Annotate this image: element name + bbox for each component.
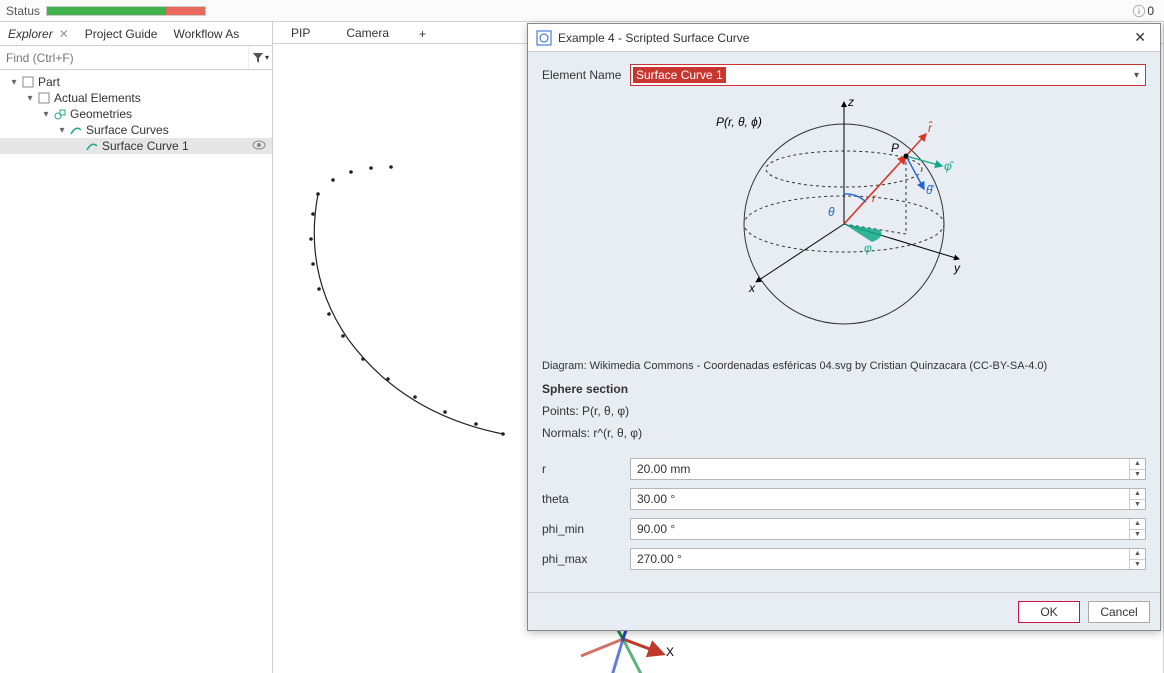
tree-item-surface-curve-1[interactable]: Surface Curve 1 [0, 138, 272, 154]
section-title: Sphere section [542, 382, 1146, 396]
tab-explorer-label: Explorer [8, 27, 53, 41]
scripted-surface-curve-dialog: Example 4 - Scripted Surface Curve ✕ Ele… [527, 23, 1161, 631]
param-input-theta[interactable]: ▲▼ [630, 488, 1146, 510]
step-up-icon[interactable]: ▲ [1130, 489, 1145, 500]
theta-field[interactable] [631, 489, 1129, 509]
info-count-value: 0 [1147, 4, 1154, 18]
svg-text:θ: θ [828, 205, 835, 219]
caret-icon: ▾ [24, 93, 36, 104]
tree-item-surface-curves[interactable]: ▾ Surface Curves [0, 122, 272, 138]
tab-workflow[interactable]: Workflow As [165, 22, 247, 45]
caret-icon: ▾ [8, 77, 20, 88]
dialog-button-bar: OK Cancel [528, 592, 1160, 630]
surface-curves-icon [68, 124, 84, 136]
spherical-coordinates-diagram: z y x P(r, θ, ϕ) P r θ φ r̂ φ̂ θ̂ [542, 94, 1146, 354]
step-up-icon[interactable]: ▲ [1130, 549, 1145, 560]
svg-text:P(r, θ, ϕ): P(r, θ, ϕ) [716, 115, 762, 129]
svg-text:r: r [872, 191, 877, 205]
filter-icon [252, 52, 264, 64]
normals-line: Normals: r^(r, θ, φ) [542, 426, 1146, 440]
param-input-phi-min[interactable]: ▲▼ [630, 518, 1146, 540]
filter-button[interactable]: ▾ [248, 46, 272, 69]
step-down-icon[interactable]: ▼ [1130, 500, 1145, 510]
step-down-icon[interactable]: ▼ [1130, 560, 1145, 570]
step-down-icon[interactable]: ▼ [1130, 530, 1145, 540]
dialog-title: Example 4 - Scripted Surface Curve [558, 31, 1128, 45]
view-tab-pip[interactable]: PIP [273, 23, 328, 43]
element-name-label: Element Name [542, 68, 630, 82]
phi-min-field[interactable] [631, 519, 1129, 539]
tree-view: ▾ Part ▾ Actual Elements ▾ Geometries ▾ … [0, 70, 272, 673]
points-line: Points: P(r, θ, φ) [542, 404, 1146, 418]
phi-max-field[interactable] [631, 549, 1129, 569]
status-strip: Status 0 [0, 0, 1164, 22]
geometries-icon [52, 108, 68, 120]
status-progress-bar [46, 6, 206, 16]
diagram-credit: Diagram: Wikimedia Commons - Coordenadas… [542, 360, 1146, 372]
step-up-icon[interactable]: ▲ [1130, 519, 1145, 530]
surface-curve-icon [84, 140, 100, 152]
svg-text:z: z [847, 95, 854, 109]
cancel-button[interactable]: Cancel [1088, 601, 1150, 623]
svg-text:x: x [748, 281, 756, 295]
element-name-value: Surface Curve 1 [633, 67, 726, 83]
svg-text:r̂: r̂ [928, 120, 933, 135]
folder-icon [36, 92, 52, 104]
dialog-icon [536, 30, 552, 46]
svg-text:X: X [666, 645, 674, 659]
svg-text:y: y [953, 261, 961, 275]
tree-item-actual-elements[interactable]: ▾ Actual Elements [0, 90, 272, 106]
part-icon [20, 76, 36, 88]
status-progress-red [166, 7, 206, 15]
svg-text:φ: φ [864, 241, 872, 255]
tab-project-guide[interactable]: Project Guide [77, 22, 166, 45]
param-label-r: r [542, 462, 630, 476]
r-field[interactable] [631, 459, 1129, 479]
status-progress-green [47, 7, 166, 15]
step-down-icon[interactable]: ▼ [1130, 470, 1145, 480]
step-up-icon[interactable]: ▲ [1130, 459, 1145, 470]
info-icon [1132, 4, 1146, 18]
close-button[interactable]: ✕ [1128, 29, 1152, 46]
svg-text:P: P [891, 141, 899, 155]
plus-icon: + [419, 27, 426, 41]
dialog-body: Element Name Surface Curve 1 ▾ [528, 52, 1160, 592]
close-icon[interactable]: ✕ [59, 27, 69, 41]
param-label-phi-min: phi_min [542, 522, 630, 536]
param-input-phi-max[interactable]: ▲▼ [630, 548, 1146, 570]
view-tab-add[interactable]: + [407, 22, 438, 44]
eye-icon[interactable] [252, 139, 268, 153]
tab-explorer[interactable]: Explorer ✕ [0, 22, 77, 45]
svg-text:θ̂: θ̂ [926, 183, 935, 197]
view-tab-camera[interactable]: Camera [328, 23, 407, 43]
info-count[interactable]: 0 [1132, 4, 1154, 18]
chevron-down-icon: ▾ [265, 53, 269, 62]
panel-tab-bar: Explorer ✕ Project Guide Workflow As [0, 22, 272, 46]
param-input-r[interactable]: ▲▼ [630, 458, 1146, 480]
element-name-field[interactable]: Surface Curve 1 ▾ [630, 64, 1146, 86]
caret-icon: ▾ [40, 109, 52, 120]
svg-text:φ̂: φ̂ [944, 159, 954, 173]
find-row: ▾ [0, 46, 272, 70]
curve-preview [283, 114, 543, 464]
chevron-down-icon[interactable]: ▾ [1130, 70, 1143, 81]
search-input[interactable] [0, 46, 248, 69]
param-label-theta: theta [542, 492, 630, 506]
tree-item-geometries[interactable]: ▾ Geometries [0, 106, 272, 122]
ok-button[interactable]: OK [1018, 601, 1080, 623]
caret-icon: ▾ [56, 125, 68, 136]
explorer-panel: Explorer ✕ Project Guide Workflow As ▾ ▾… [0, 22, 273, 673]
tree-item-part[interactable]: ▾ Part [0, 74, 272, 90]
status-label: Status [6, 4, 40, 18]
param-label-phi-max: phi_max [542, 552, 630, 566]
dialog-titlebar[interactable]: Example 4 - Scripted Surface Curve ✕ [528, 24, 1160, 52]
